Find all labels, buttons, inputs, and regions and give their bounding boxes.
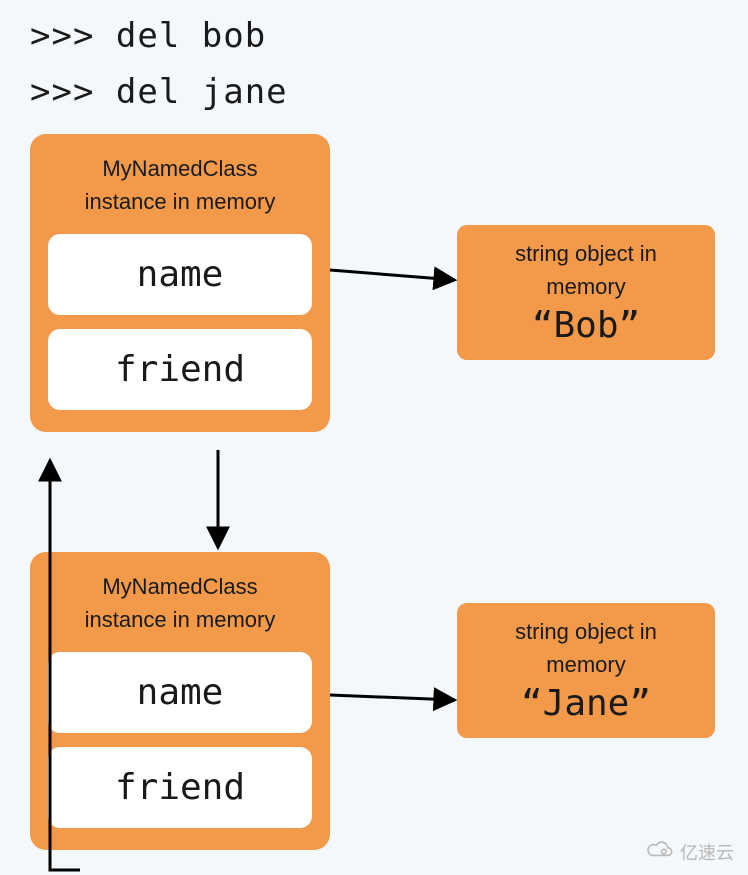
code-line-1: >>> del bob — [30, 8, 748, 64]
string-title-l1: string object in — [515, 619, 657, 644]
string-title: string object in memory — [465, 237, 707, 303]
watermark: 亿速云 — [646, 839, 734, 865]
code-block: >>> del bob >>> del jane — [0, 0, 748, 120]
instance-title-l1: MyNamedClass — [102, 156, 257, 181]
arrow-name-to-bob — [330, 270, 455, 280]
attr-name: name — [48, 234, 312, 315]
instance-box-bob: MyNamedClass instance in memory name fri… — [30, 134, 330, 432]
string-title-l1: string object in — [515, 241, 657, 266]
attr-name: name — [48, 652, 312, 733]
instance-title-l2: instance in memory — [85, 607, 276, 632]
string-box-bob: string object in memory “Bob” — [457, 225, 715, 360]
cloud-icon — [646, 840, 674, 865]
instance-title-l2: instance in memory — [85, 189, 276, 214]
attr-friend: friend — [48, 329, 312, 410]
instance-box-jane: MyNamedClass instance in memory name fri… — [30, 552, 330, 850]
instance-title: MyNamedClass instance in memory — [48, 152, 312, 218]
instance-title: MyNamedClass instance in memory — [48, 570, 312, 636]
attr-friend: friend — [48, 747, 312, 828]
watermark-text: 亿速云 — [680, 839, 734, 865]
string-value: “Bob” — [465, 305, 707, 346]
string-title-l2: memory — [546, 652, 625, 677]
string-box-jane: string object in memory “Jane” — [457, 603, 715, 738]
string-value: “Jane” — [465, 683, 707, 724]
code-line-2: >>> del jane — [30, 64, 748, 120]
arrow-name-to-jane — [330, 695, 455, 700]
instance-title-l1: MyNamedClass — [102, 574, 257, 599]
string-title-l2: memory — [546, 274, 625, 299]
string-title: string object in memory — [465, 615, 707, 681]
